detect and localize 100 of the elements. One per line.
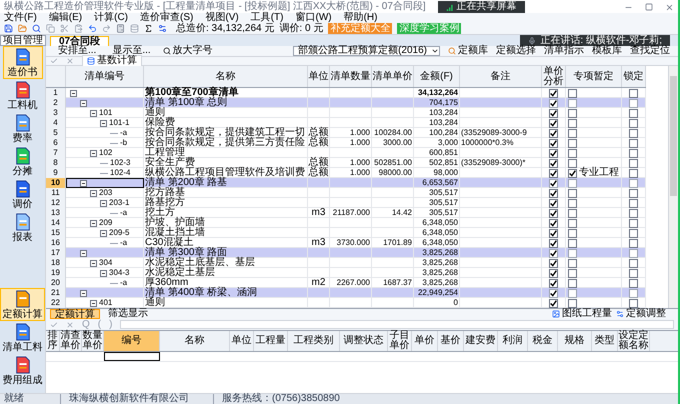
checkbox[interactable] (568, 128, 577, 138)
checkbox[interactable] (549, 108, 558, 118)
checkbox[interactable] (629, 198, 638, 208)
toolbar-button[interactable]: 显示至... (108, 46, 155, 56)
settings-icon[interactable] (158, 24, 167, 33)
checkbox[interactable] (568, 108, 577, 118)
checkbox[interactable] (568, 298, 577, 308)
checkbox[interactable] (629, 278, 638, 288)
menu-item[interactable]: 工具(T) (250, 13, 284, 23)
nav-button[interactable]: 工料机 (2, 79, 42, 112)
checkbox[interactable] (629, 178, 638, 188)
search-icon[interactable] (32, 24, 41, 33)
collapse-icon[interactable] (90, 220, 97, 226)
checkbox[interactable] (568, 118, 577, 128)
checkbox[interactable] (629, 228, 638, 238)
checkbox[interactable] (549, 198, 558, 208)
checkbox[interactable] (629, 238, 638, 248)
checkbox[interactable] (629, 258, 638, 268)
checkbox[interactable] (549, 208, 558, 218)
nav-button[interactable]: 清单工料 (0, 321, 45, 354)
collapse-icon[interactable] (80, 250, 87, 256)
menu-item[interactable]: 窗口(W) (295, 13, 332, 23)
checkbox[interactable] (568, 138, 577, 148)
checkbox[interactable] (568, 288, 577, 298)
checkbox[interactable] (629, 218, 638, 228)
checkbox[interactable] (568, 278, 577, 288)
nav-button[interactable]: 费率 (2, 112, 42, 145)
checkbox[interactable] (549, 148, 558, 158)
collapse-icon[interactable] (90, 110, 97, 116)
menu-item[interactable]: 帮助(H) (344, 13, 378, 23)
checkbox[interactable] (549, 128, 558, 138)
checkbox[interactable] (629, 128, 638, 138)
checkbox[interactable] (629, 158, 638, 168)
checkbox[interactable] (629, 138, 638, 148)
bottom-tab[interactable]: 定额计算 (50, 309, 100, 319)
menu-item[interactable]: 编辑(E) (48, 13, 82, 23)
collapse-icon[interactable] (100, 120, 107, 126)
document-tab[interactable]: 07合同段 (50, 36, 110, 46)
checkbox[interactable] (549, 158, 558, 168)
maximize-icon[interactable] (645, 2, 653, 10)
checkbox[interactable] (568, 188, 577, 198)
checkbox[interactable] (629, 288, 638, 298)
collapse-icon[interactable] (100, 200, 107, 206)
checkbox[interactable] (568, 88, 577, 98)
checkbox[interactable] (549, 168, 558, 178)
toolbar-button[interactable]: 定额选择 (496, 46, 536, 56)
toolbar-button[interactable]: 模板库 (592, 46, 622, 56)
collapse-icon[interactable] (90, 300, 97, 306)
checkbox[interactable] (629, 118, 638, 128)
nav-button[interactable]: 费用组成 (0, 354, 45, 387)
checkbox[interactable] (549, 288, 558, 298)
nav-button[interactable]: 定额计算 (0, 288, 45, 321)
checkbox[interactable] (549, 138, 558, 148)
checkbox[interactable] (568, 238, 577, 248)
nav-button[interactable]: 报表 (2, 211, 42, 244)
undo-icon[interactable] (88, 24, 97, 33)
checkbox[interactable] (549, 268, 558, 278)
checkbox[interactable] (549, 228, 558, 238)
table-cell-input[interactable] (104, 352, 160, 361)
checkbox[interactable] (549, 298, 558, 308)
checkbox[interactable] (568, 268, 577, 278)
checkbox[interactable] (568, 98, 577, 108)
checkbox[interactable] (629, 268, 638, 278)
formula-field[interactable] (120, 320, 674, 329)
quota-adjust-button[interactable]: 定额调整 (616, 309, 666, 319)
clipboard-icon[interactable] (74, 24, 83, 33)
menu-item[interactable]: 文件(F) (4, 13, 37, 23)
checkbox[interactable] (629, 208, 638, 218)
collapse-icon[interactable] (100, 270, 107, 276)
menu-item[interactable]: 视图(V) (205, 13, 239, 23)
checkbox[interactable] (549, 238, 558, 248)
collapse-icon[interactable] (90, 150, 97, 156)
checkbox[interactable] (568, 248, 577, 258)
drawing-quantity-button[interactable]: 图纸工程量 (552, 309, 612, 319)
toolbar-button[interactable]: 查找定位 (630, 46, 670, 56)
checkbox[interactable] (629, 98, 638, 108)
checkbox[interactable] (629, 248, 638, 258)
checkbox[interactable] (549, 248, 558, 258)
checkbox[interactable] (568, 218, 577, 228)
checkbox[interactable] (568, 198, 577, 208)
collapse-icon[interactable] (100, 230, 107, 236)
checkbox[interactable] (629, 148, 638, 158)
scrollbar[interactable] (668, 66, 678, 308)
checkbox[interactable] (568, 228, 577, 238)
nav-button[interactable]: 造价书 (2, 46, 42, 79)
checkbox[interactable] (568, 258, 577, 268)
collapse-icon[interactable] (70, 90, 77, 96)
collapse-icon[interactable] (80, 290, 87, 296)
checkbox[interactable] (568, 168, 577, 178)
zoom-text-button[interactable]: 放大字号 (162, 46, 213, 56)
base-calc-tab[interactable]: 基数计算 (82, 55, 142, 67)
checkbox[interactable] (629, 168, 638, 178)
collapse-icon[interactable] (80, 180, 87, 186)
toolbar-button[interactable]: 清单指示 (544, 46, 584, 56)
checkbox[interactable] (629, 108, 638, 118)
checkbox[interactable] (629, 298, 638, 308)
checkbox[interactable] (629, 188, 638, 198)
checkbox[interactable] (549, 258, 558, 268)
collapse-icon[interactable] (80, 100, 87, 106)
checkbox[interactable] (549, 178, 558, 188)
